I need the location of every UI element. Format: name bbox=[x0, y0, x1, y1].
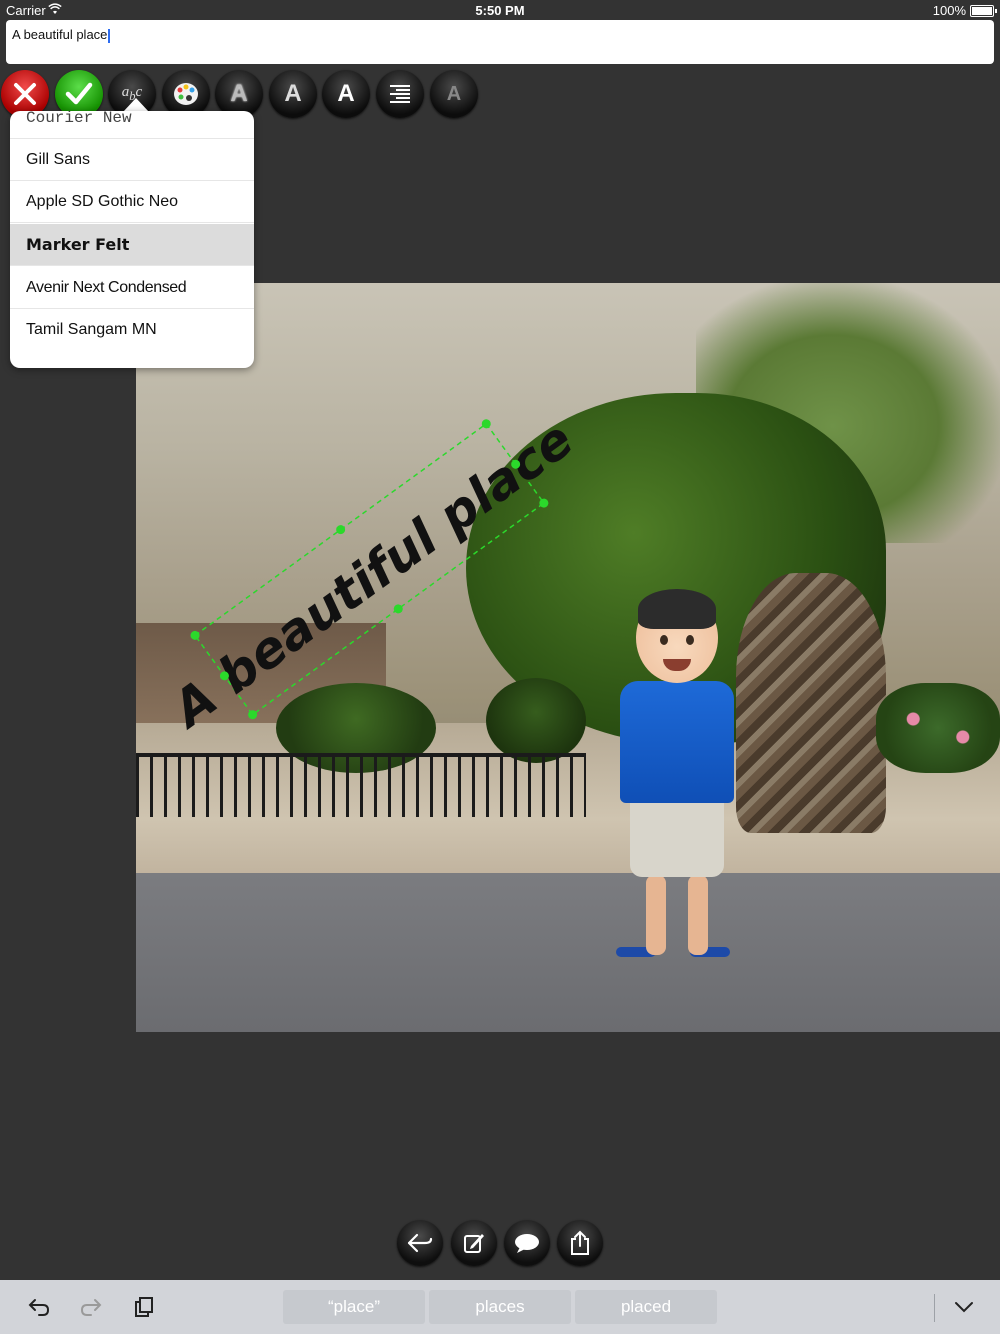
resize-handle[interactable] bbox=[334, 523, 347, 536]
photo-railing bbox=[136, 753, 586, 817]
emoji-hair bbox=[638, 589, 716, 629]
edit-button[interactable] bbox=[451, 1220, 497, 1266]
text-style-button[interactable]: A bbox=[430, 70, 478, 118]
photo-person bbox=[616, 589, 736, 973]
shadow-style-button[interactable]: A bbox=[269, 70, 317, 118]
photo-leg bbox=[688, 875, 708, 955]
align-right-icon bbox=[390, 85, 410, 103]
palette-icon bbox=[174, 83, 198, 105]
edit-icon bbox=[464, 1234, 484, 1253]
suggestion-quoted[interactable]: “place” bbox=[283, 1290, 425, 1324]
text-shadow-icon: A bbox=[284, 80, 302, 107]
photo-flowers bbox=[876, 683, 1000, 773]
photo-canvas[interactable]: A beautiful place bbox=[136, 283, 1000, 1032]
clipboard-icon bbox=[135, 1297, 153, 1317]
checkmark-icon bbox=[65, 82, 93, 105]
resize-handle[interactable] bbox=[480, 418, 493, 431]
share-icon bbox=[571, 1230, 589, 1255]
keyboard-suggestion-bar: “place” places placed bbox=[0, 1280, 1000, 1334]
redo-icon bbox=[80, 1299, 102, 1316]
redo-button[interactable] bbox=[78, 1294, 104, 1320]
status-bar: Carrier 5:50 PM 100% bbox=[0, 0, 1000, 20]
font-item-gill-sans[interactable]: Gill Sans bbox=[10, 139, 254, 181]
text-bold-icon: A bbox=[337, 80, 355, 107]
photo-shrub bbox=[486, 678, 586, 763]
divider bbox=[934, 1294, 935, 1322]
back-arrow-icon bbox=[407, 1233, 433, 1253]
text-caret bbox=[108, 28, 111, 43]
font-item-avenir-next-condensed[interactable]: Avenir Next Condensed bbox=[10, 267, 254, 309]
photo-shirt bbox=[620, 681, 734, 803]
emoji-mouth bbox=[663, 659, 691, 671]
back-button[interactable] bbox=[397, 1220, 443, 1266]
bold-style-button[interactable]: A bbox=[322, 70, 370, 118]
alignment-button[interactable] bbox=[376, 70, 424, 118]
font-item-apple-sd-gothic-neo[interactable]: Apple SD Gothic Neo bbox=[10, 181, 254, 223]
paste-button[interactable] bbox=[131, 1294, 157, 1320]
share-button[interactable] bbox=[557, 1220, 603, 1266]
undo-icon bbox=[28, 1299, 50, 1316]
emoji-eye bbox=[686, 635, 694, 645]
photo-leg bbox=[646, 875, 666, 955]
caption-text-field[interactable]: A beautiful place bbox=[6, 20, 994, 64]
undo-button[interactable] bbox=[26, 1294, 52, 1320]
bottom-action-bar bbox=[0, 1220, 1000, 1268]
battery-icon bbox=[970, 5, 997, 17]
suggestion-placed[interactable]: placed bbox=[575, 1290, 717, 1324]
suggestion-places[interactable]: places bbox=[429, 1290, 571, 1324]
font-menu: Courier New Gill Sans Apple SD Gothic Ne… bbox=[10, 111, 254, 368]
resize-handle[interactable] bbox=[392, 603, 405, 616]
text-outline-icon: A bbox=[230, 80, 248, 107]
comment-button[interactable] bbox=[504, 1220, 550, 1266]
emoji-eye bbox=[660, 635, 668, 645]
clock: 5:50 PM bbox=[475, 3, 525, 18]
dismiss-keyboard-button[interactable] bbox=[951, 1294, 977, 1320]
text-style-icon: A bbox=[446, 82, 462, 105]
battery-percent: 100% bbox=[932, 3, 966, 18]
caption-text-value: A beautiful place bbox=[12, 27, 108, 42]
speech-bubble-icon bbox=[515, 1234, 539, 1253]
font-item-tamil-sangam-mn[interactable]: Tamil Sangam MN bbox=[10, 309, 254, 351]
popup-arrow bbox=[123, 98, 149, 112]
photo-pavement bbox=[136, 873, 1000, 1032]
font-item-courier-new[interactable]: Courier New bbox=[10, 111, 254, 139]
photo-palm-trunk bbox=[736, 573, 886, 833]
close-icon bbox=[14, 83, 36, 105]
photo-shorts bbox=[630, 799, 724, 877]
font-item-marker-felt[interactable]: Marker Felt bbox=[10, 224, 254, 266]
chevron-down-icon bbox=[955, 1302, 973, 1313]
